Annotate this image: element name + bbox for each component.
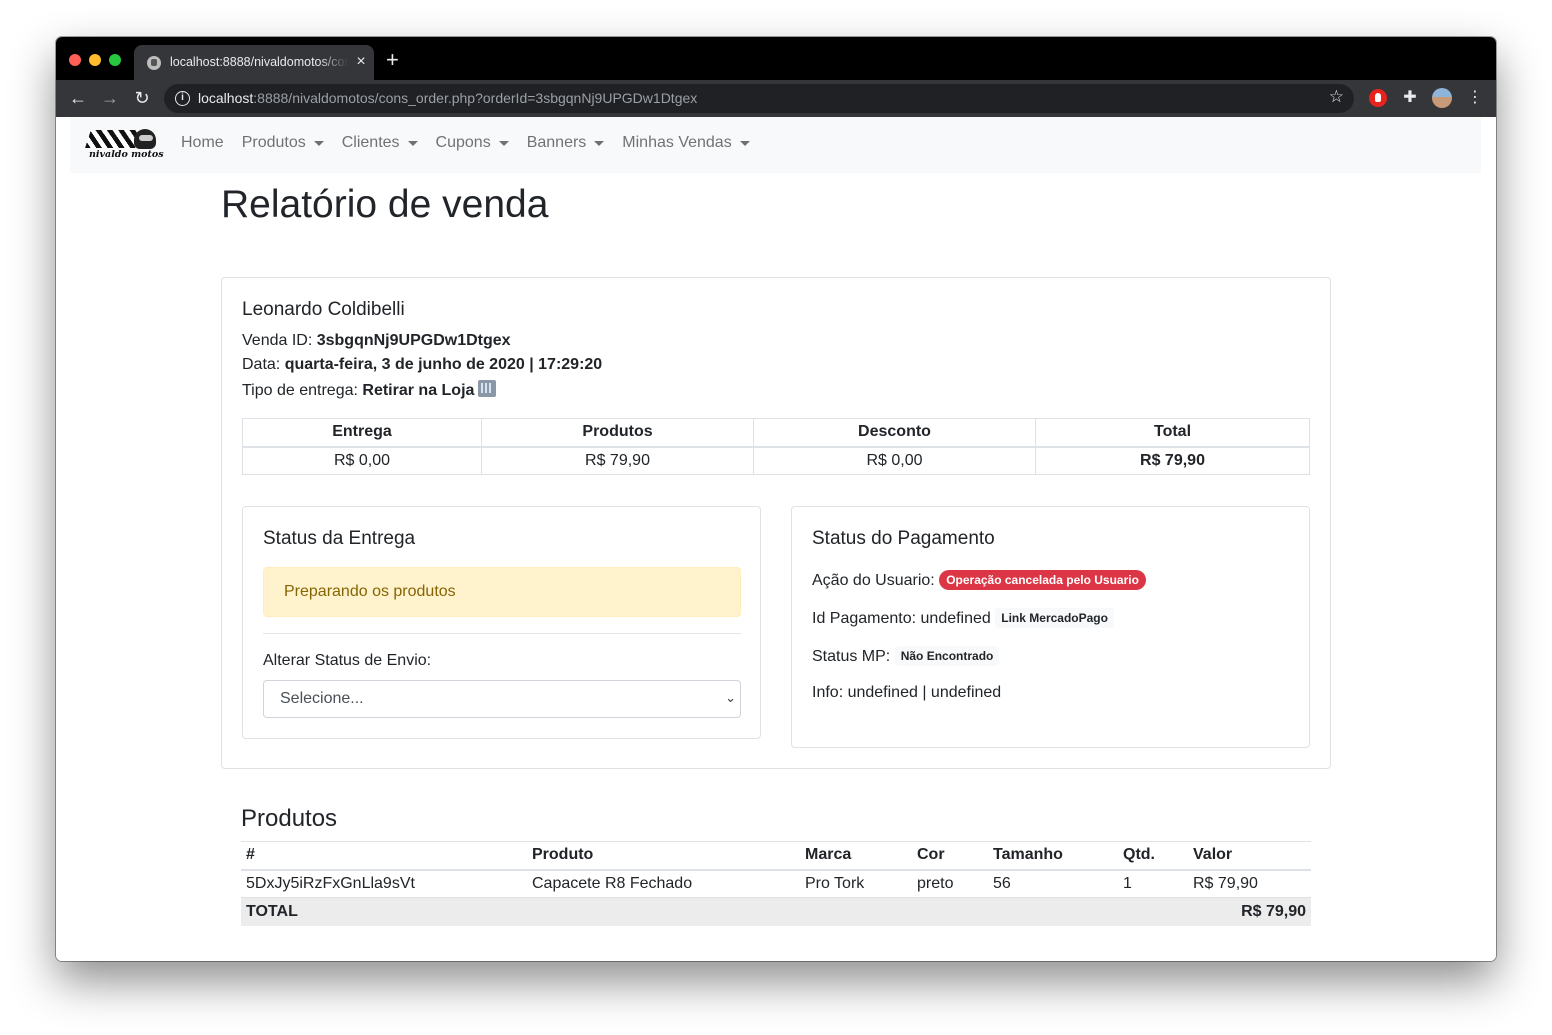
product-color: preto <box>912 869 988 898</box>
payment-status-card: Status do Pagamento Ação do Usuario: Ope… <box>791 506 1310 748</box>
extensions-puzzle-icon[interactable]: ✚ <box>1401 89 1419 107</box>
shipping-status-title: Status da Entrega <box>263 528 416 549</box>
url-text[interactable]: localhost:8888/nivaldomotos/cons_order.p… <box>198 90 697 106</box>
nav-item-cupons[interactable]: Cupons <box>436 134 509 152</box>
product-name: Capacete R8 Fechado <box>527 869 800 898</box>
bookmark-star-icon[interactable]: ☆ <box>1329 87 1344 107</box>
profile-avatar[interactable] <box>1432 88 1452 108</box>
helmet-icon <box>134 129 156 149</box>
user-action-badge: Operação cancelada pelo Usuario <box>939 570 1146 590</box>
adblock-extension-icon[interactable] <box>1369 89 1387 107</box>
product-brand: Pro Tork <box>800 869 912 898</box>
browser-window: localhost:8888/nivaldomotos/cons_order.p… <box>56 37 1496 961</box>
summary-produtos: R$ 79,90 <box>481 446 754 475</box>
chevron-down-icon: ⌄ <box>725 690 736 705</box>
status-mp-badge: Não Encontrado <box>894 646 1000 666</box>
page-title: Relatório de venda <box>221 183 549 226</box>
maximize-window-button[interactable] <box>109 54 121 66</box>
order-date: quarta-feira, 3 de junho de 2020 | 17:29… <box>284 356 603 373</box>
reload-icon[interactable]: ↻ <box>130 86 154 110</box>
page-content: nivaldo motos Home Produtos Clientes Cup… <box>56 117 1496 961</box>
tab-strip: localhost:8888/nivaldomotos/cons_order.p… <box>56 37 1496 80</box>
total-value: R$ 79,90 <box>1188 897 1311 926</box>
tab-title: localhost:8888/nivaldomotos/cons_order.p… <box>170 55 348 69</box>
product-id: 5DxJy5iRzFxGnLla9sVt <box>241 869 527 898</box>
products-section-title: Produtos <box>241 805 338 832</box>
products-header: Produto <box>527 841 800 871</box>
data-line: Data: quarta-feira, 3 de junho de 2020 |… <box>242 356 603 373</box>
summary-header: Desconto <box>753 418 1036 448</box>
caret-down-icon <box>739 140 750 146</box>
payment-info-line: Info: undefined | undefined <box>812 684 1002 701</box>
total-label: TOTAL <box>241 897 527 926</box>
caret-down-icon <box>594 140 605 146</box>
address-bar[interactable]: i localhost:8888/nivaldomotos/cons_order… <box>164 84 1354 113</box>
summary-header: Entrega <box>242 418 482 448</box>
tab-close-icon[interactable]: × <box>353 52 369 72</box>
product-qty: 1 <box>1118 869 1188 898</box>
building-icon <box>478 380 497 397</box>
products-table: # Produto Marca Cor Tamanho Qtd. Valor 5… <box>241 841 1311 926</box>
forward-arrow-icon[interactable]: → <box>98 86 122 110</box>
mercadopago-link[interactable]: Link MercadoPago <box>995 608 1114 628</box>
browser-tab[interactable]: localhost:8888/nivaldomotos/cons_order.p… <box>134 45 374 80</box>
divider <box>263 633 741 634</box>
checkered-flag-icon <box>85 130 141 148</box>
brand-logo[interactable]: nivaldo motos <box>85 128 164 162</box>
payment-id-line: Id Pagamento: undefined Link MercadoPago <box>812 608 1114 628</box>
caret-down-icon <box>498 140 509 146</box>
browser-menu-icon[interactable]: ⋮ <box>1466 89 1484 107</box>
caret-down-icon <box>407 140 418 146</box>
product-size: 56 <box>988 869 1118 898</box>
delivery-type: Retirar na Loja <box>362 382 475 399</box>
shipping-status-card: Status da Entrega Preparando os produtos… <box>242 506 761 739</box>
delivery-type-line: Tipo de entrega: Retirar na Loja <box>242 380 497 400</box>
nav-item-minhas-vendas[interactable]: Minhas Vendas <box>622 134 750 152</box>
venda-id-line: Venda ID: 3sbgqnNj9UPGDw1Dtgex <box>242 332 511 349</box>
site-info-icon[interactable]: i <box>175 91 190 106</box>
minimize-window-button[interactable] <box>89 54 101 66</box>
products-header: Qtd. <box>1118 841 1188 871</box>
table-row: 5DxJy5iRzFxGnLla9sVt Capacete R8 Fechado… <box>241 869 1311 898</box>
back-arrow-icon[interactable]: ← <box>66 86 90 110</box>
products-header: Cor <box>912 841 988 871</box>
user-action-line: Ação do Usuario: Operação cancelada pelo… <box>812 570 1146 590</box>
favicon-icon <box>147 56 161 70</box>
close-window-button[interactable] <box>69 54 81 66</box>
shipping-status-alert: Preparando os produtos <box>263 567 741 617</box>
new-tab-icon[interactable]: + <box>386 49 399 71</box>
nav-item-banners[interactable]: Banners <box>527 134 605 152</box>
order-card: Leonardo Coldibelli Venda ID: 3sbgqnNj9U… <box>221 277 1331 769</box>
caret-down-icon <box>313 140 324 146</box>
site-navbar: nivaldo motos Home Produtos Clientes Cup… <box>70 117 1481 173</box>
nav-item-produtos[interactable]: Produtos <box>242 134 324 152</box>
shipping-status-select[interactable]: Selecione... ⌄ <box>263 680 741 718</box>
nav-item-home[interactable]: Home <box>181 134 224 152</box>
products-header: Valor <box>1188 841 1311 871</box>
products-header: # <box>241 841 527 871</box>
summary-entrega: R$ 0,00 <box>242 446 482 475</box>
brand-text: nivaldo motos <box>89 149 164 160</box>
summary-total: R$ 79,90 <box>1035 446 1310 475</box>
venda-id: 3sbgqnNj9UPGDw1Dtgex <box>316 332 511 349</box>
status-mp-line: Status MP: Não Encontrado <box>812 646 1000 666</box>
products-header: Tamanho <box>988 841 1118 871</box>
browser-toolbar: ← → ↻ i localhost:8888/nivaldomotos/cons… <box>56 80 1496 117</box>
summary-header: Produtos <box>481 418 754 448</box>
order-summary-table: Entrega Produtos Desconto Total R$ 0,00 … <box>242 418 1310 475</box>
nav-item-clientes[interactable]: Clientes <box>342 134 418 152</box>
product-value: R$ 79,90 <box>1188 869 1311 898</box>
products-header: Marca <box>800 841 912 871</box>
shipping-select-label: Alterar Status de Envio: <box>263 652 432 669</box>
summary-desconto: R$ 0,00 <box>753 446 1036 475</box>
total-row: TOTAL R$ 79,90 <box>241 897 1311 926</box>
summary-header: Total <box>1035 418 1310 448</box>
payment-status-title: Status do Pagamento <box>812 528 995 549</box>
customer-name: Leonardo Coldibelli <box>242 299 405 320</box>
